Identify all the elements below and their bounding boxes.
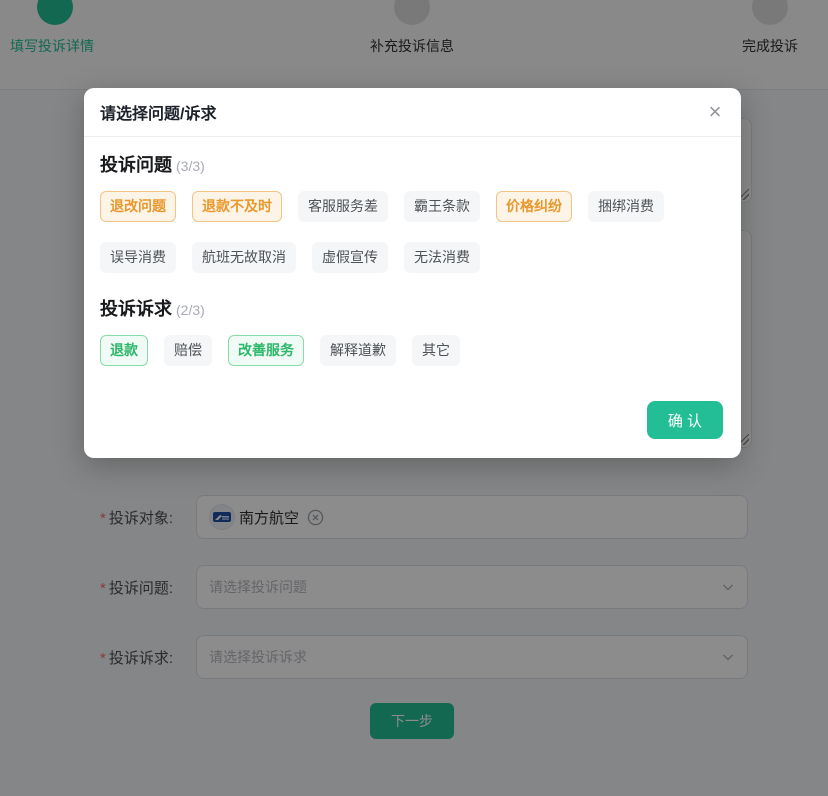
- tag-option[interactable]: 解释道歉: [320, 335, 396, 366]
- dialog-body: 投诉问题(3/3) 退改问题退款不及时客服服务差霸王条款价格纠纷捆绑消费误导消费…: [84, 137, 741, 366]
- demand-tag-list: 退款赔偿改善服务解释道歉其它: [100, 335, 725, 366]
- section-title-demands: 投诉诉求(2/3): [100, 295, 725, 321]
- close-icon[interactable]: ×: [703, 100, 727, 124]
- tag-option-selected[interactable]: 退款不及时: [192, 191, 282, 222]
- tag-option-selected[interactable]: 退改问题: [100, 191, 176, 222]
- tag-option-selected[interactable]: 改善服务: [228, 335, 304, 366]
- tag-option-selected[interactable]: 价格纠纷: [496, 191, 572, 222]
- section-count-demands: (2/3): [176, 302, 205, 318]
- tag-option-selected[interactable]: 退款: [100, 335, 148, 366]
- problem-tag-list: 退改问题退款不及时客服服务差霸王条款价格纠纷捆绑消费误导消费航班无故取消虚假宣传…: [100, 191, 725, 273]
- section-title-problems: 投诉问题(3/3): [100, 151, 725, 177]
- dialog-header: 请选择问题/诉求 ×: [84, 88, 741, 137]
- dialog-title: 请选择问题/诉求: [100, 100, 216, 124]
- section-count-problems: (3/3): [176, 158, 205, 174]
- tag-option[interactable]: 无法消费: [404, 242, 480, 273]
- tag-option[interactable]: 赔偿: [164, 335, 212, 366]
- tag-option[interactable]: 其它: [412, 335, 460, 366]
- confirm-button[interactable]: 确 认: [647, 401, 723, 439]
- tag-option[interactable]: 虚假宣传: [312, 242, 388, 273]
- tag-option[interactable]: 航班无故取消: [192, 242, 296, 273]
- select-problem-dialog: 请选择问题/诉求 × 投诉问题(3/3) 退改问题退款不及时客服服务差霸王条款价…: [84, 88, 741, 458]
- tag-option[interactable]: 客服服务差: [298, 191, 388, 222]
- tag-option[interactable]: 霸王条款: [404, 191, 480, 222]
- complaint-page: 填写投诉详情 补充投诉信息 完成投诉 *投诉对象: 南方航空: [0, 0, 828, 796]
- tag-option[interactable]: 误导消费: [100, 242, 176, 273]
- tag-option[interactable]: 捆绑消费: [588, 191, 664, 222]
